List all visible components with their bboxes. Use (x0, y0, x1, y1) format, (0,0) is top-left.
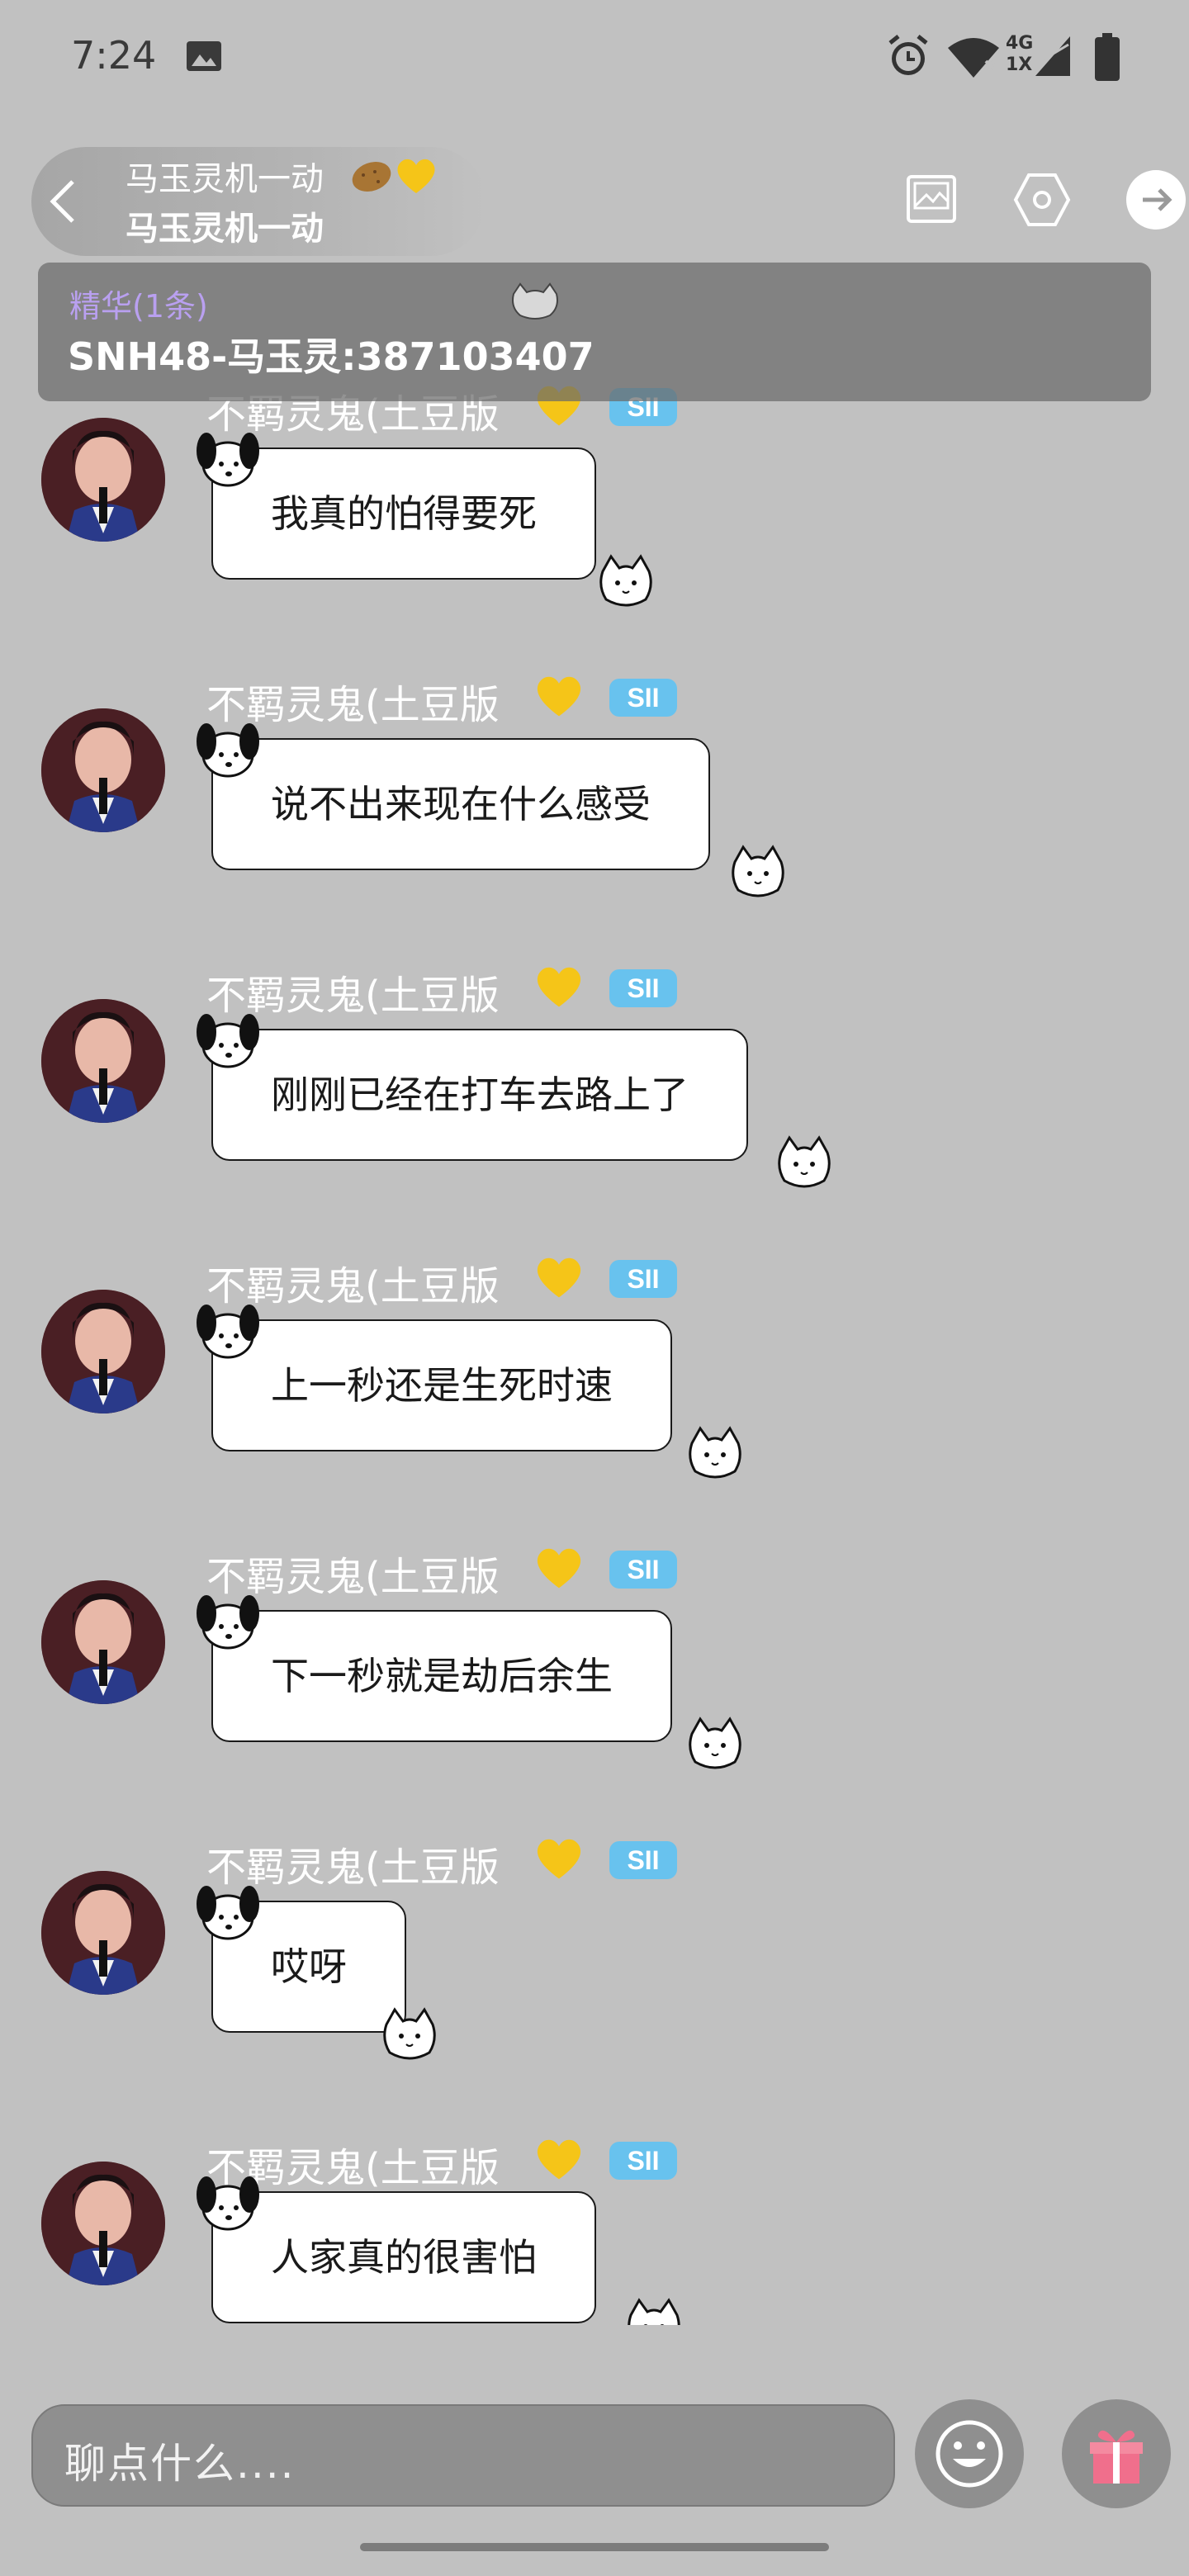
status-time: 7:24 (71, 33, 157, 78)
dog-sticker-icon (197, 1014, 259, 1068)
pinned-essence-bar[interactable]: 精华(1条) SNH48-马玉灵:387103407 (38, 263, 1151, 401)
dog-sticker-icon (197, 433, 259, 487)
message-row: 不羁灵鬼(土豆版 SII 刚刚已经在打车去路上了 (0, 967, 1189, 1265)
battery-icon (1095, 33, 1120, 81)
emoji-button[interactable] (915, 2399, 1024, 2508)
yellow-heart-icon (537, 676, 581, 717)
home-indicator[interactable] (360, 2543, 829, 2551)
avatar[interactable] (41, 2162, 165, 2285)
avatar-image (41, 999, 165, 1123)
emoji-icon (936, 2420, 1003, 2488)
photo-icon[interactable] (905, 173, 958, 225)
message-input-placeholder: 聊点什么.... (64, 2440, 296, 2488)
avatar-image (41, 2162, 165, 2285)
wifi-icon (948, 38, 999, 78)
avatar[interactable] (41, 1871, 165, 1995)
message-row: 不羁灵鬼(土豆版 SII 上一秒还是生死时速 (0, 1257, 1189, 1556)
group-badge: SII (609, 1551, 677, 1589)
message-bubble[interactable]: 上一秒还是生死时速 (211, 1319, 672, 1451)
message-bubble[interactable]: 说不出来现在什么感受 (211, 738, 710, 870)
dog-sticker-icon (197, 2176, 259, 2231)
avatar-image (41, 1871, 165, 1995)
avatar[interactable] (41, 999, 165, 1123)
message-row: 不羁灵鬼(土豆版 SII 下一秒就是劫后余生 (0, 1548, 1189, 1846)
back-icon[interactable] (46, 177, 79, 226)
yellow-heart-icon (537, 1839, 581, 1879)
message-bubble[interactable]: 人家真的很害怕 (211, 2191, 596, 2323)
alarm-icon (888, 35, 928, 75)
cat-sticker-icon (628, 2298, 680, 2325)
dog-sticker-icon (197, 1886, 259, 1940)
avatar[interactable] (41, 418, 165, 542)
yellow-heart-icon (397, 159, 435, 193)
dog-sticker-icon (197, 1305, 259, 1359)
message-row: 不羁灵鬼(土豆版 SII 人家真的很害怕 (0, 2135, 1189, 2325)
avatar-image (41, 1290, 165, 1413)
yellow-heart-icon (537, 1548, 581, 1589)
room-name: 马玉灵机一动 (126, 160, 324, 198)
gift-icon (1090, 2430, 1143, 2484)
cat-sticker-icon (599, 554, 652, 607)
gift-button[interactable] (1062, 2399, 1171, 2508)
avatar[interactable] (41, 708, 165, 832)
room-subtitle: 马玉灵机一动 (126, 210, 324, 248)
avatar-image (41, 1580, 165, 1704)
dog-sticker-icon (197, 723, 259, 778)
yellow-heart-icon (537, 1257, 581, 1298)
message-bubble[interactable]: 下一秒就是劫后余生 (211, 1610, 672, 1742)
network-type: 4G 1X (1006, 33, 1034, 75)
signal-icon (1035, 36, 1070, 76)
cat-sticker-icon (778, 1135, 831, 1188)
group-badge: SII (609, 969, 677, 1007)
settings-icon[interactable] (1012, 172, 1072, 228)
group-badge: SII (609, 2142, 677, 2180)
message-row: 不羁灵鬼(土豆版 SII 我真的怕得要死 (0, 386, 1189, 684)
group-badge: SII (609, 1841, 677, 1879)
cat-sticker-icon (512, 282, 558, 320)
cat-sticker-icon (689, 1426, 741, 1479)
message-row: 不羁灵鬼(土豆版 SII 说不出来现在什么感受 (0, 676, 1189, 974)
share-arrow-icon (1143, 188, 1172, 211)
cat-sticker-icon (383, 2007, 436, 2060)
group-badge: SII (609, 679, 677, 717)
message-bubble[interactable]: 刚刚已经在打车去路上了 (211, 1029, 748, 1161)
pinned-text: SNH48-马玉灵:387103407 (68, 334, 594, 379)
gallery-notification-icon (187, 41, 221, 71)
yellow-heart-icon (537, 2139, 581, 2180)
message-row: 不羁灵鬼(土豆版 SII 哎呀 (0, 1839, 1189, 2137)
avatar-image (41, 708, 165, 832)
share-button[interactable] (1126, 170, 1186, 230)
potato-icon (352, 162, 391, 192)
avatar-image (41, 418, 165, 542)
pinned-label: 精华(1条) (69, 288, 208, 324)
message-bubble[interactable]: 我真的怕得要死 (211, 447, 596, 580)
avatar[interactable] (41, 1580, 165, 1704)
cat-sticker-icon (689, 1717, 741, 1769)
group-badge: SII (609, 1260, 677, 1298)
dog-sticker-icon (197, 1595, 259, 1650)
yellow-heart-icon (537, 967, 581, 1007)
avatar[interactable] (41, 1290, 165, 1413)
cat-sticker-icon (732, 845, 784, 897)
